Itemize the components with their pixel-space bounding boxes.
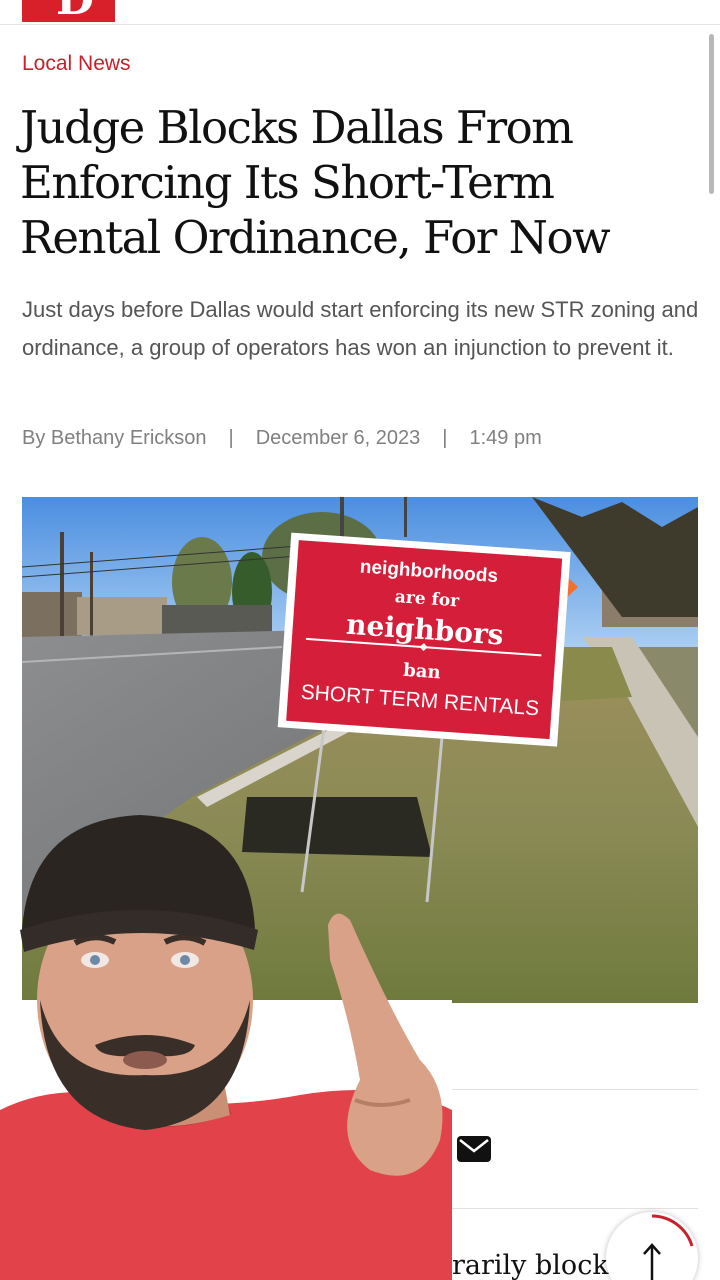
logo-letter: D — [56, 0, 94, 22]
arrow-up-icon — [643, 1243, 661, 1280]
sign-line-4: ban — [403, 660, 442, 684]
publish-time: 1:49 pm — [469, 427, 542, 449]
publish-date: December 6, 2023 — [255, 427, 421, 449]
article-headline: Judge Blocks Dallas From Enforcing Its S… — [20, 101, 611, 264]
site-logo[interactable]: D — [22, 0, 115, 22]
article-dek: Just days before Dallas would start enfo… — [22, 297, 699, 360]
page-scrollbar[interactable] — [709, 34, 714, 194]
byline-separator: | — [228, 427, 234, 449]
top-nav-bar: D — [0, 0, 720, 25]
presenter-video-overlay — [0, 810, 452, 1280]
category-link[interactable]: Local News — [22, 52, 131, 76]
scroll-to-top-button[interactable] — [606, 1212, 698, 1280]
author-link[interactable]: By Bethany Erickson — [22, 427, 207, 449]
byline-separator: | — [442, 427, 448, 449]
email-icon[interactable] — [456, 1133, 491, 1167]
byline: By Bethany Erickson | December 6, 2023 | 1:4… — [22, 427, 542, 450]
scroll-progress-ring — [651, 1214, 694, 1247]
article-body-snippet: rarily block — [452, 1250, 609, 1280]
